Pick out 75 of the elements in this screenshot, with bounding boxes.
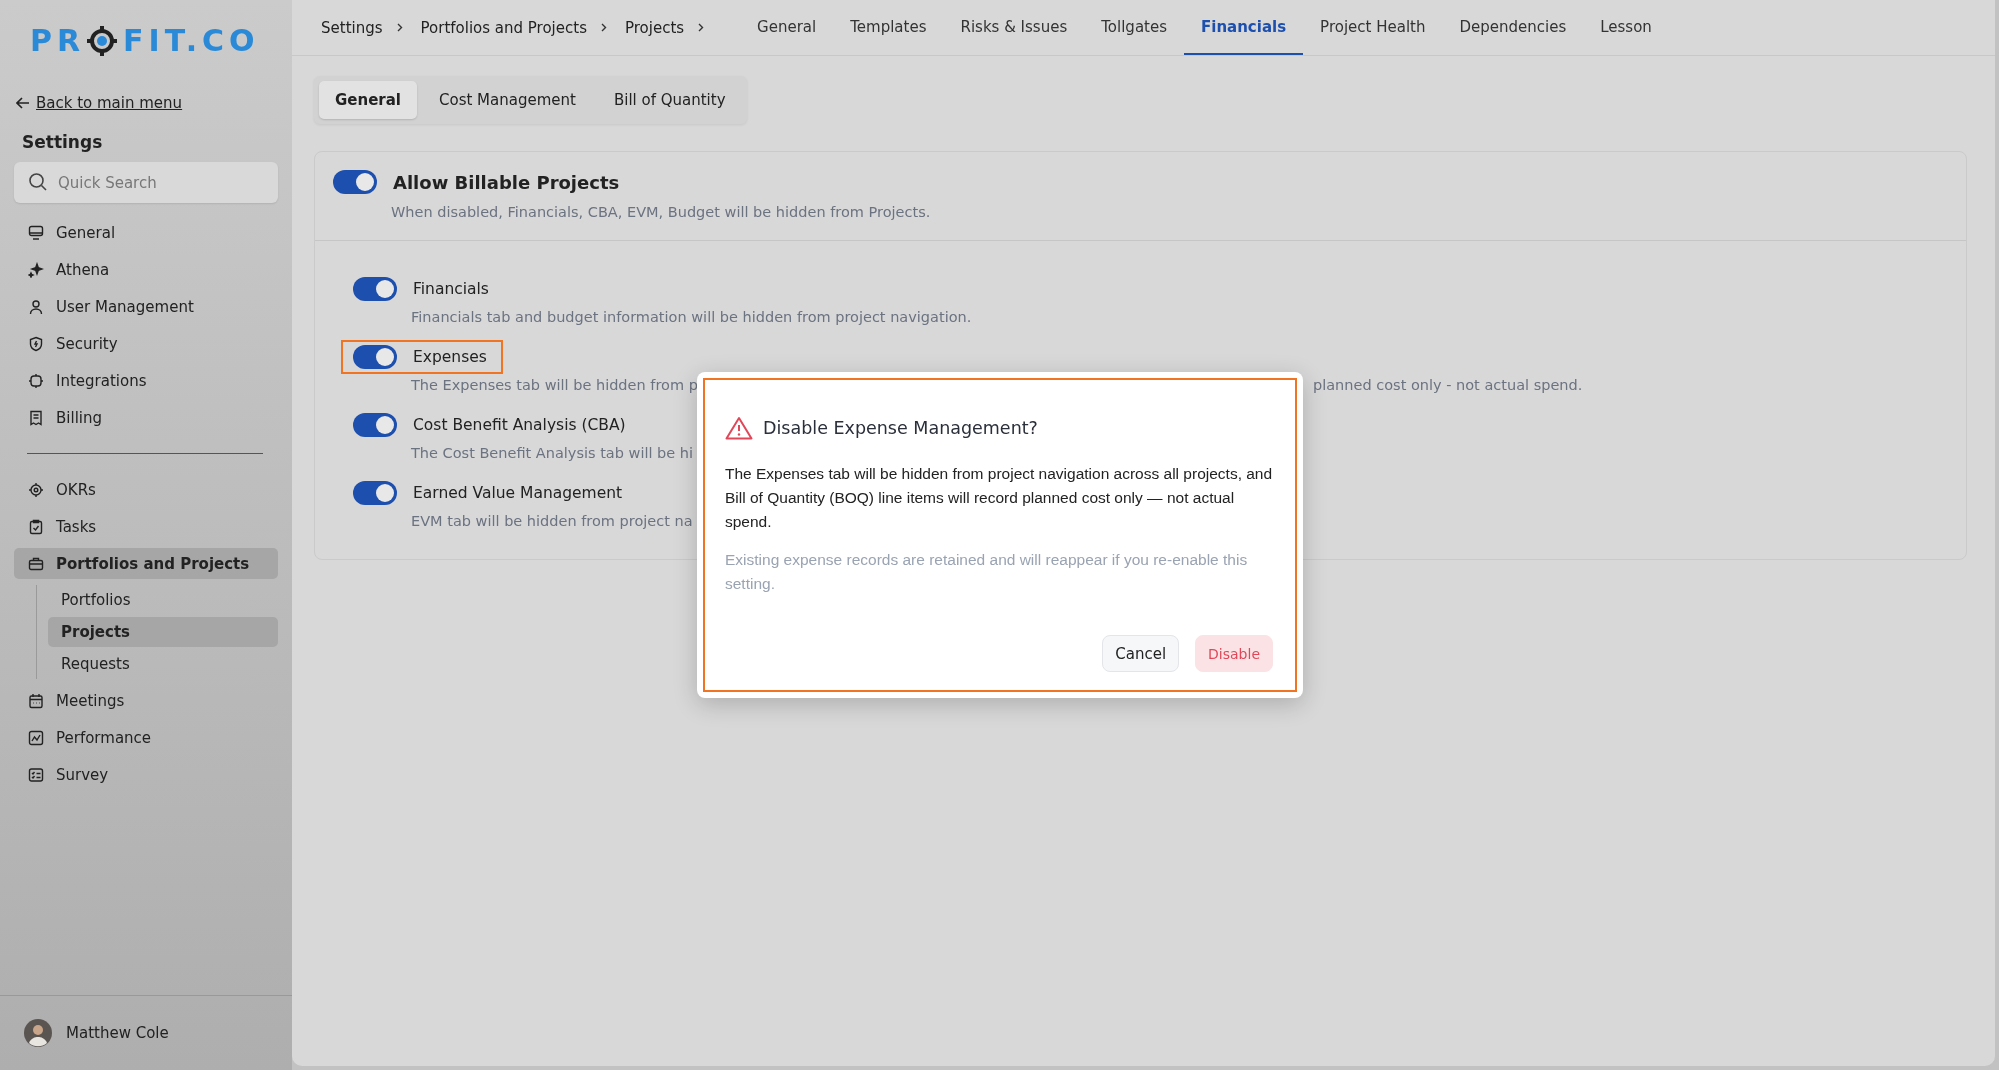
tab[interactable]: Project Health: [1303, 0, 1443, 55]
chevron-icon: [600, 23, 607, 32]
setting-label: Financials: [413, 280, 489, 298]
cancel-button[interactable]: Cancel: [1102, 635, 1180, 672]
clipboard-icon: [28, 518, 44, 535]
nav-item[interactable]: Survey: [14, 759, 278, 790]
subtab[interactable]: Cost Management: [423, 81, 592, 119]
setting-label: Expenses: [413, 348, 487, 366]
calendar-icon: [28, 692, 44, 709]
warning-icon: [725, 416, 753, 440]
tab[interactable]: Financials: [1184, 0, 1304, 55]
nav-item[interactable]: Billing: [14, 402, 278, 433]
nav-subitem[interactable]: Projects: [48, 617, 278, 647]
setting-description: When disabled, Financials, CBA, EVM, Budget will be hidden from Projects.: [391, 204, 932, 220]
sidebar-title: Settings: [22, 132, 104, 152]
tab[interactable]: Tollgates: [1084, 0, 1184, 55]
nav-subitem[interactable]: Portfolios: [48, 585, 278, 615]
nav-item[interactable]: Portfolios and Projects: [14, 548, 278, 579]
avatar: [24, 1019, 52, 1047]
nav-item[interactable]: Integrations: [14, 365, 278, 396]
nav-item[interactable]: Meetings: [14, 685, 278, 716]
setting-description: EVM tab will be hidden from project na: [411, 513, 693, 529]
nav-item[interactable]: General: [14, 217, 278, 248]
tab[interactable]: Lesson: [1583, 0, 1669, 55]
tab[interactable]: General: [740, 0, 834, 55]
chevron-icon: [698, 23, 705, 32]
back-link[interactable]: Back to main menu: [36, 94, 183, 112]
toggle-switch[interactable]: [353, 481, 397, 505]
setting-label: Cost Benefit Analysis (CBA): [413, 416, 626, 434]
dialog-title: Disable Expense Management?: [763, 418, 1038, 438]
person-icon: [28, 298, 44, 315]
target-icon: [28, 481, 44, 498]
breadcrumb-link[interactable]: Portfolios and Projects: [420, 18, 587, 37]
dialog-message: The Expenses tab will be hidden from project navigation across all projects, and Bill of Quantity (BOQ) line items will record planned cost only — not actual spend.: [725, 464, 1273, 532]
nav-item[interactable]: Athena: [14, 254, 278, 285]
subtab[interactable]: General: [319, 81, 417, 119]
list-icon: [28, 766, 44, 783]
tab[interactable]: Dependencies: [1442, 0, 1584, 55]
tab[interactable]: Risks & Issues: [943, 0, 1085, 55]
setting-label: Earned Value Management: [413, 484, 623, 502]
search-icon: [28, 172, 48, 192]
breadcrumb-link[interactable]: Projects: [624, 18, 685, 37]
nav-item[interactable]: Performance: [14, 722, 278, 753]
monitor-icon: [28, 224, 44, 241]
dialog-note: Existing expense records are retained and will reappear if you re-enable this setting.: [725, 550, 1249, 594]
setting-description: The Cost Benefit Analysis tab will be hi: [411, 445, 694, 461]
chevron-icon: [396, 23, 403, 32]
search-field[interactable]: Quick Search: [14, 162, 278, 203]
logo-text: PR: [30, 26, 86, 56]
receipt-icon: [28, 409, 44, 426]
toggle-switch[interactable]: [353, 413, 397, 437]
nav-item[interactable]: OKRs: [14, 474, 278, 505]
toggle-switch[interactable]: [353, 345, 397, 369]
nav-item[interactable]: User Management: [14, 291, 278, 322]
chart-icon: [28, 729, 44, 746]
subtab[interactable]: Bill of Quantity: [597, 81, 742, 119]
toggle-switch[interactable]: [353, 277, 397, 301]
toggle-switch[interactable]: [333, 170, 377, 194]
sparkle-icon: [28, 261, 44, 278]
setting-label: Allow Billable Projects: [393, 171, 620, 193]
setting-description: Financials tab and budget information will be hidden from project navigation.: [411, 309, 972, 325]
chip-icon: [28, 372, 44, 389]
nav-item[interactable]: Security: [14, 328, 278, 359]
shield-icon: [28, 335, 44, 352]
nav-subitem[interactable]: Requests: [48, 649, 278, 679]
target-icon: [87, 26, 118, 56]
briefcase-icon: [28, 555, 44, 572]
setting-description: planned cost only - not actual spend.: [1313, 377, 1583, 393]
user-name: Matthew Cole: [66, 1024, 169, 1042]
setting-description: The Expenses tab will be hidden from p: [411, 377, 699, 393]
logo-text: FIT.CO: [123, 26, 260, 56]
back-arrow-icon: [16, 97, 30, 109]
nav-item[interactable]: Tasks: [14, 511, 278, 542]
breadcrumb-link[interactable]: Settings: [321, 18, 383, 37]
tab[interactable]: Templates: [833, 0, 944, 55]
